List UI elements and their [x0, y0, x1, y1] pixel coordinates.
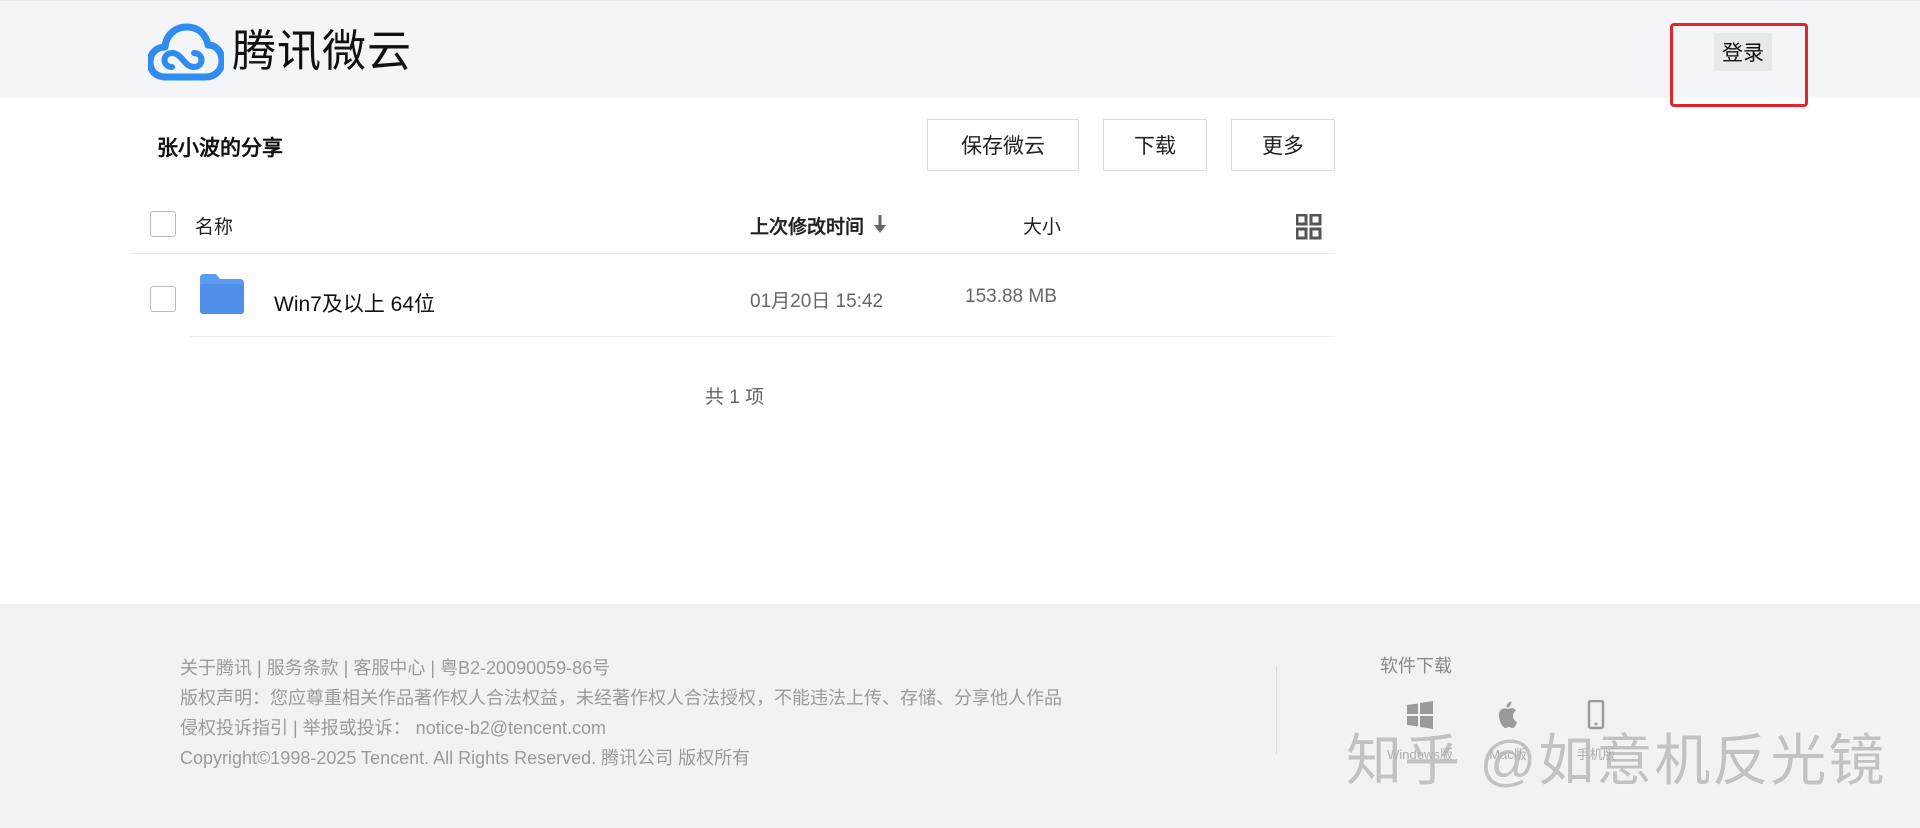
login-button[interactable]: 登录 — [1714, 33, 1772, 71]
logo-text: 腾讯微云 — [232, 27, 412, 76]
footer-links[interactable]: 关于腾讯 | 服务条款 | 客服中心 | 粤B2-20090059-86号 — [180, 654, 610, 680]
download-button[interactable]: 下载 — [1103, 119, 1207, 171]
folder-icon — [200, 274, 244, 319]
row-checkbox[interactable] — [150, 286, 176, 312]
item-count: 共 1 项 — [705, 387, 765, 408]
footer-complaint[interactable]: 侵权投诉指引 | 举报或投诉： notice-b2@tencent.com — [180, 714, 606, 740]
save-to-weiyun-button[interactable]: 保存微云 — [927, 119, 1079, 171]
file-modified-time: 01月20日 15:42 — [750, 291, 884, 312]
top-bar: 腾讯微云 登录 — [0, 0, 1920, 107]
select-all-checkbox[interactable] — [150, 211, 176, 237]
share-title: 张小波的分享 — [157, 137, 283, 160]
grid-view-icon[interactable] — [1295, 213, 1322, 245]
column-header-name[interactable]: 名称 — [195, 212, 233, 239]
cloud-logo-icon — [148, 23, 224, 81]
footer-divider — [1276, 666, 1277, 754]
file-name[interactable]: Win7及以上 64位 — [274, 288, 435, 318]
watermark: 知乎 @如意机反光镜 — [1346, 729, 1887, 792]
file-size: 153.88 MB — [965, 286, 1057, 307]
footer-copyright: Copyright©1998-2025 Tencent. All Rights … — [180, 748, 751, 768]
column-header-modified[interactable]: 上次修改时间 — [750, 212, 864, 239]
table-header-divider — [130, 253, 1335, 254]
sort-down-icon[interactable] — [873, 214, 887, 239]
software-download-title: 软件下载 — [1380, 656, 1452, 676]
footer-copyright-notice: 版权声明：您应尊重相关作品著作权人合法权益，未经著作权人合法授权，不能违法上传、… — [180, 688, 1062, 708]
column-header-size[interactable]: 大小 — [1023, 212, 1061, 239]
row-divider — [190, 336, 1335, 337]
more-button[interactable]: 更多 — [1231, 119, 1335, 171]
logo[interactable]: 腾讯微云 — [148, 23, 412, 81]
